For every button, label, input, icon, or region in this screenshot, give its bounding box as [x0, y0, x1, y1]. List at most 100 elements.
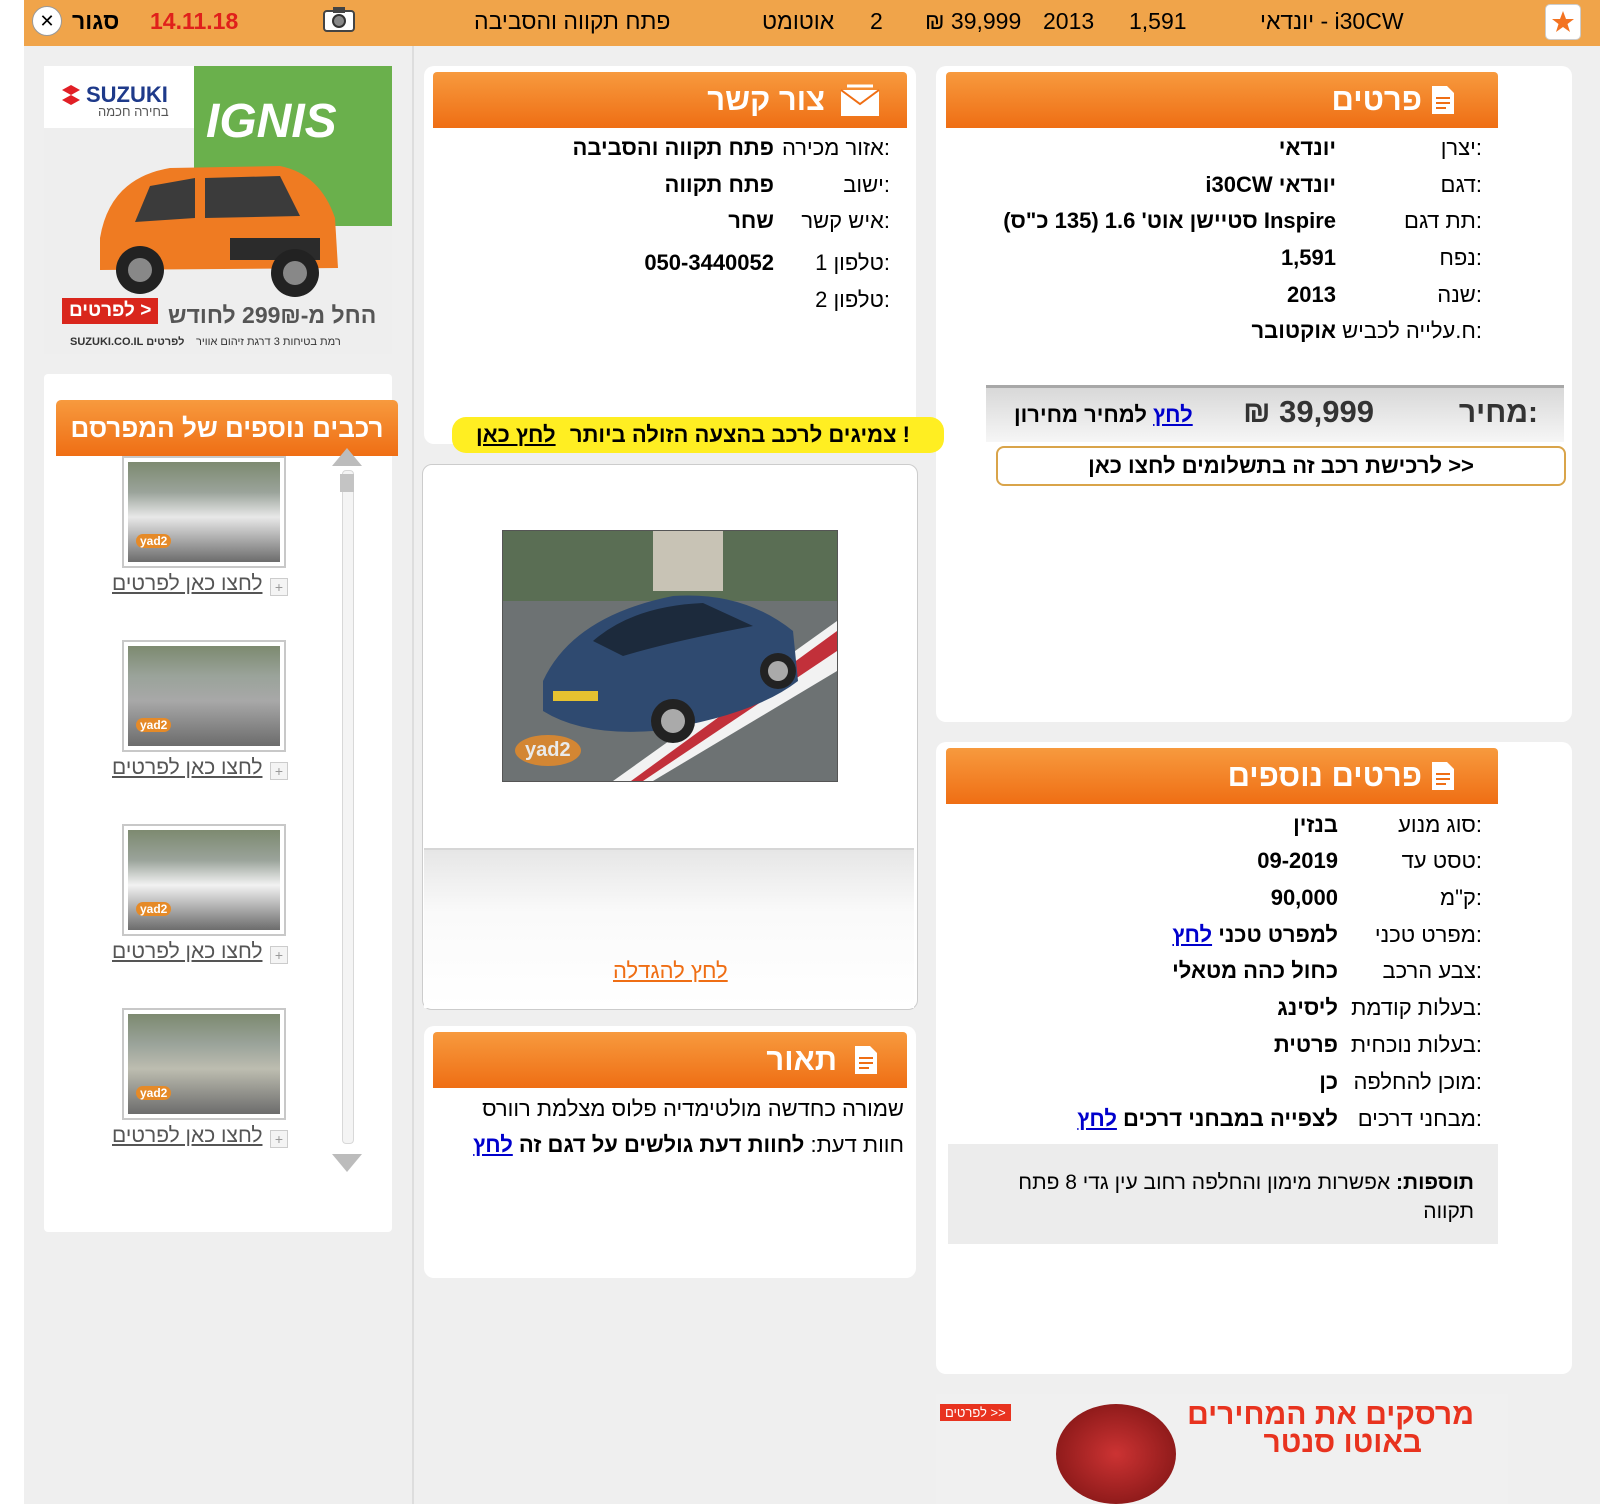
details-row-label: דגם: — [1440, 172, 1482, 197]
opinion-row: חוות דעת: לחוות דעת גולשים על דגם זה לחץ — [473, 1130, 904, 1160]
more-car-details-link[interactable]: לחצו כאן לפרטים — [112, 572, 262, 596]
close-icon[interactable]: ✕ — [32, 6, 62, 36]
suzuki-ad[interactable]: SUZUKI בחירה חכמה IGNIS לפרטים > החל מ-2… — [44, 66, 392, 354]
details-row-value: 1,591 — [1280, 245, 1336, 270]
bottom-ad-banner[interactable]: מרסקים את המחירים באוטו סנטר לפרטים >> — [936, 1394, 1508, 1504]
more-details-row-text: לצפייה במבחני דרכים — [1123, 1106, 1338, 1131]
more-details-row-value: כן — [1319, 1067, 1338, 1097]
contact-row-label: טלפון 1: — [815, 250, 890, 275]
more-details-row-label: מוכן להחלפה: — [1353, 1069, 1482, 1094]
details-row: יצרן: יונדאי — [986, 133, 1482, 163]
contact-row: טלפון 2: — [452, 285, 890, 315]
close-label[interactable]: סגור — [72, 6, 119, 36]
more-details-row-text: כחול כהה מטאלי — [1172, 958, 1338, 983]
more-details-row-label: בעלות נוכחית: — [1350, 1032, 1482, 1057]
more-details-row-link[interactable]: לחץ — [1077, 1106, 1117, 1131]
scroll-up-icon[interactable] — [332, 448, 362, 466]
contact-row-value: פתח תקווה והסביבה — [572, 135, 774, 160]
contact-row-value: שחר — [728, 208, 774, 233]
ad-cta[interactable]: לפרטים > — [62, 298, 159, 324]
details-row: דגם: יונדאי i30CW — [986, 170, 1482, 200]
contact-row: איש קשר: שחר — [452, 206, 890, 236]
more-car-details-link[interactable]: לחצו כאן לפרטים — [112, 1124, 262, 1148]
ad-car-image — [100, 166, 338, 297]
more-details-row-label: מבחני דרכים: — [1357, 1106, 1482, 1131]
more-details-row-value: 09-2019 — [1257, 846, 1338, 876]
pricelist-link[interactable]: לחץ — [1153, 402, 1193, 427]
more-car-thumbnail[interactable]: yad2 — [122, 456, 286, 568]
more-details-row-value: ליסינג — [1277, 993, 1338, 1023]
more-car-details-link[interactable]: לחצו כאן לפרטים — [112, 756, 262, 780]
more-details-row-text: ליסינג — [1277, 995, 1338, 1020]
enlarge-photo-link[interactable]: לחץ להגדלה — [613, 958, 728, 984]
top-engine: 1,591 — [1129, 8, 1187, 34]
more-details-row-value: כחול כהה מטאלי — [1172, 956, 1338, 986]
contact-title: צור קשר — [707, 82, 825, 117]
top-price: ₪ 39,999 — [925, 8, 1022, 34]
scrollbar-thumb[interactable] — [340, 474, 354, 492]
details-row-label: נפח: — [1439, 245, 1482, 270]
description-header: תאור — [433, 1032, 907, 1088]
more-car-thumbnail[interactable]: yad2 — [122, 1008, 286, 1120]
extras-box: תוספות: אפשרות מימון והחלפה רחוב עין גדי… — [948, 1144, 1498, 1244]
envelope-icon — [839, 82, 881, 126]
more-details-row-value: בנזין — [1293, 810, 1338, 840]
ad-offer: החל מ-299₪ לחודש — [168, 302, 377, 328]
expand-plus-icon[interactable]: + — [270, 762, 288, 780]
contact-row-label: ישוב: — [843, 172, 890, 197]
tires-promo-text: צמיגים לרכב בהצעה הזולה ביותר ! — [569, 422, 910, 447]
more-details-row-label: צבע הרכב: — [1382, 958, 1483, 983]
favorite-star-icon[interactable] — [1545, 4, 1581, 40]
contact-row: טלפון 1: 050-3440052 — [452, 248, 890, 278]
scroll-down-icon[interactable] — [332, 1154, 362, 1172]
more-details-row: סוג מנוע: בנזין — [986, 810, 1482, 840]
more-details-row-link[interactable]: לחץ — [1172, 922, 1212, 947]
more-details-row: בעלות קודמת: ליסינג — [986, 993, 1482, 1023]
details-header: פרטים — [946, 72, 1498, 128]
more-details-row-label: ק"מ: — [1439, 885, 1482, 910]
details-row-value: יונדאי — [1278, 135, 1336, 160]
ad-brand-sub: בחירה חכמה — [98, 104, 169, 119]
details-title: פרטים — [1331, 82, 1422, 117]
details-row-label: שנה: — [1437, 282, 1482, 307]
bottom-ad-cta[interactable]: לפרטים >> — [940, 1404, 1011, 1421]
bottom-ad-line2: באוטו סנטר — [1263, 1426, 1422, 1459]
pricelist-text: למחיר מחירון — [1014, 402, 1147, 427]
more-details-row-label: סוג מנוע: — [1398, 812, 1482, 837]
expand-plus-icon[interactable]: + — [270, 946, 288, 964]
more-car-thumbnail[interactable]: yad2 — [122, 640, 286, 752]
more-details-row-text: פרטית — [1273, 1032, 1338, 1057]
details-row-value: יונדאי i30CW — [1205, 172, 1336, 197]
top-area: פתח תקווה והסביבה — [474, 8, 671, 34]
document-icon — [853, 1044, 879, 1084]
details-row: תת דגם: Inspire סטיישן אוט' 1.6 (135 כ"ס) — [986, 206, 1482, 236]
more-car-thumbnail[interactable]: yad2 — [122, 824, 286, 936]
more-details-row-value: לצפייה במבחני דרכים לחץ — [1077, 1104, 1338, 1134]
tires-promo-link[interactable]: לחץ כאן — [476, 417, 556, 453]
document-icon — [1430, 760, 1456, 800]
details-row-label: תת דגם: — [1404, 208, 1482, 233]
description-text: שמורה כחדשה מולטימדיה פלוס מצלמת רוורס — [482, 1096, 904, 1121]
more-details-row: בעלות נוכחית: פרטית — [986, 1030, 1482, 1060]
more-details-row: ק"מ: 90,000 — [986, 883, 1482, 913]
more-details-row-text: בנזין — [1293, 812, 1338, 837]
scrollbar-track[interactable] — [342, 470, 354, 1144]
opinion-link[interactable]: לחץ — [473, 1132, 513, 1157]
expand-plus-icon[interactable]: + — [270, 1130, 288, 1148]
more-details-row-text: 90,000 — [1270, 885, 1338, 910]
more-details-row: מפרט טכני: למפרט טכני לחץ — [986, 920, 1482, 950]
more-details-row-value: למפרט טכני לחץ — [1172, 920, 1338, 950]
car-photo[interactable]: yad2 — [502, 530, 838, 782]
contact-row-value: פתח תקווה — [664, 172, 774, 197]
expand-plus-icon[interactable]: + — [270, 578, 288, 596]
yad2-watermark: yad2 — [515, 735, 581, 766]
buy-installments-button[interactable]: לרכישת רכב זה בתשלומים לחצו כאן >> — [996, 446, 1566, 486]
top-model: יונדאי - i30CW — [1260, 8, 1404, 34]
more-details-row-text: למפרט טכני — [1218, 922, 1338, 947]
price-label: מחיר: — [1458, 396, 1538, 429]
more-details-row-text: כן — [1319, 1069, 1338, 1094]
more-car-details-link[interactable]: לחצו כאן לפרטים — [112, 940, 262, 964]
tires-promo-bar[interactable]: צמיגים לרכב בהצעה הזולה ביותר ! לחץ כאן — [452, 417, 944, 453]
camera-icon[interactable] — [322, 4, 356, 39]
contact-row: ישוב: פתח תקווה — [452, 170, 890, 200]
